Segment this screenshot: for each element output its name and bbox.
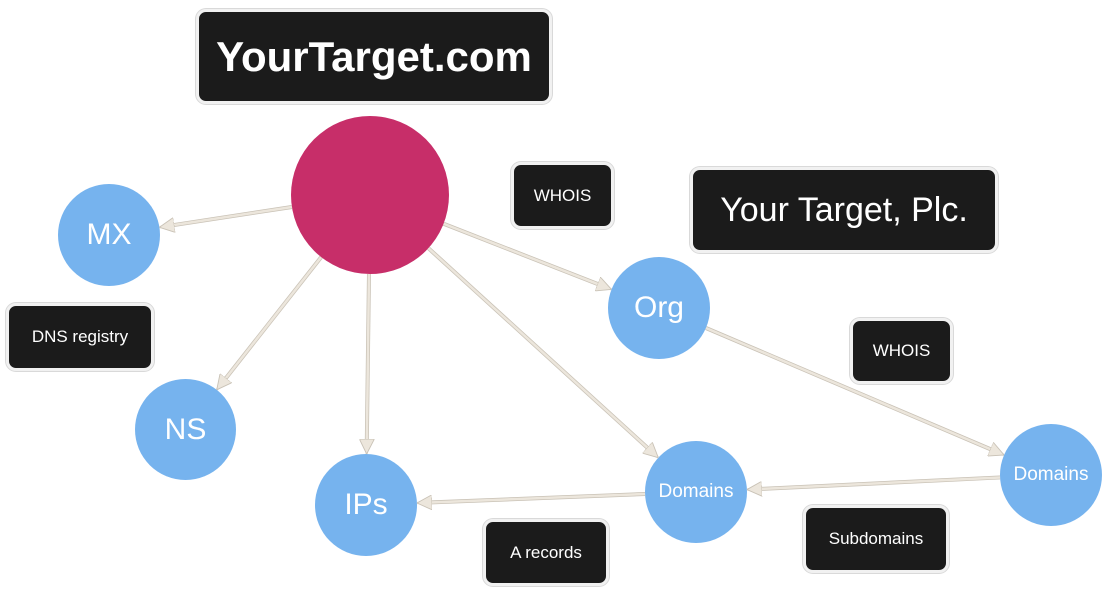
node-ips[interactable]: IPs: [315, 454, 417, 556]
node-domains-a[interactable]: Domains: [645, 441, 747, 543]
node-domains-b-label: Domains: [1013, 464, 1089, 485]
node-ns-label: NS: [164, 412, 207, 446]
node-root[interactable]: [291, 116, 449, 274]
edge-domains1-ips: [417, 492, 646, 503]
edge-label-dns-registry: DNS registry: [6, 303, 154, 371]
edge-root-mx: [159, 205, 293, 227]
node-mx-label: MX: [86, 218, 132, 251]
node-ns[interactable]: NS: [135, 379, 236, 480]
edge-root-org: [443, 222, 612, 290]
edge-label-subdomains: Subdomains: [803, 505, 949, 573]
edge-label-whois-root-org: WHOIS: [511, 162, 614, 229]
node-org-label: Org: [633, 291, 684, 324]
target-domain-title: YourTarget.com: [196, 9, 552, 104]
node-ips-label: IPs: [344, 488, 388, 521]
node-domains-b[interactable]: Domains: [1000, 424, 1102, 526]
node-org[interactable]: Org: [608, 257, 710, 359]
node-domains-a-label: Domains: [658, 481, 734, 502]
edge-domains2-domains1: [747, 476, 1001, 489]
edge-root-ns: [215, 256, 323, 390]
organization-title: Your Target, Plc.: [690, 167, 998, 253]
edge-label-whois-org-domains: WHOIS: [850, 318, 953, 384]
edge-label-a-records: A records: [483, 519, 609, 586]
node-mx[interactable]: MX: [58, 184, 160, 286]
